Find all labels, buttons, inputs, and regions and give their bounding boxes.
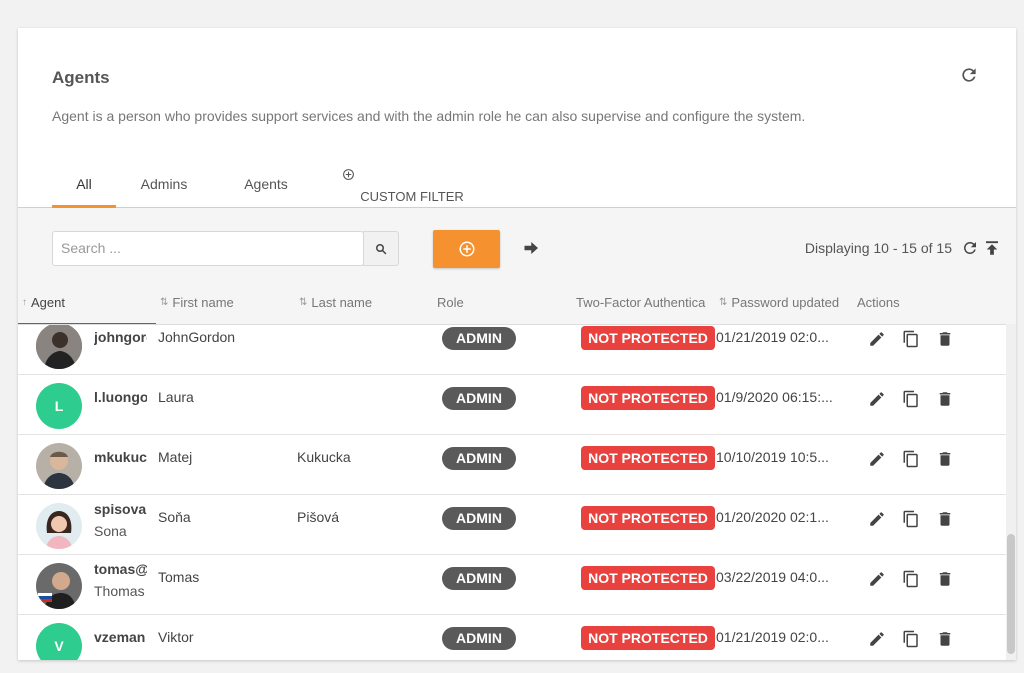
add-circle-icon: [342, 168, 355, 181]
agents-card: Agents Agent is a person who provides su…: [18, 28, 1016, 660]
table-row[interactable]: tomas@ Thomas Tomas ADMIN NOT PROTECTED …: [18, 555, 1006, 615]
copy-icon[interactable]: [902, 330, 920, 348]
paging-info: Displaying 10 - 15 of 15: [805, 240, 952, 256]
tab-agents[interactable]: Agents: [234, 168, 298, 208]
password-updated: 01/20/2020 02:1...: [716, 509, 844, 525]
trash-icon[interactable]: [936, 390, 954, 408]
pencil-icon[interactable]: [868, 390, 886, 408]
password-updated: 01/21/2019 02:0...: [716, 629, 844, 645]
column-two-factor[interactable]: Two-Factor Authentica: [576, 292, 716, 324]
sort-asc-icon: ↑: [22, 292, 27, 314]
avatar: [36, 443, 82, 489]
page-header: Agents Agent is a person who provides su…: [18, 28, 1016, 208]
two-factor-status-badge: NOT PROTECTED: [581, 626, 715, 650]
agent-display-name: Thomas: [94, 583, 147, 599]
search-icon: [375, 243, 387, 255]
agent-display-name: Sona: [94, 523, 147, 539]
trash-icon[interactable]: [936, 510, 954, 528]
password-updated: 01/9/2020 06:15:...: [716, 389, 844, 405]
column-role[interactable]: Role: [437, 292, 464, 324]
trash-icon[interactable]: [936, 450, 954, 468]
avatar: [36, 503, 82, 549]
copy-icon[interactable]: [902, 630, 920, 648]
table-row[interactable]: V vzeman Viktor ADMIN NOT PROTECTED 01/2…: [18, 615, 1006, 660]
page-description: Agent is a person who provides support s…: [52, 108, 805, 124]
copy-icon[interactable]: [902, 510, 920, 528]
add-circle-icon: [458, 240, 476, 258]
refresh-icon[interactable]: [961, 239, 979, 257]
two-factor-status-badge: NOT PROTECTED: [581, 386, 715, 410]
first-name: Matej: [158, 449, 192, 465]
column-first-name[interactable]: ⇅ First name: [160, 292, 234, 324]
pencil-icon[interactable]: [868, 450, 886, 468]
role-badge: ADMIN: [442, 447, 516, 470]
avatar: [36, 563, 82, 609]
agent-username: spisova: [94, 501, 147, 517]
table-row[interactable]: mkukucka Matej Kukucka ADMIN NOT PROTECT…: [18, 435, 1006, 495]
column-actions: Actions: [857, 292, 900, 324]
last-name: Kukucka: [297, 449, 351, 465]
avatar: V: [36, 623, 82, 660]
pencil-icon[interactable]: [868, 330, 886, 348]
tab-custom-filter[interactable]: CUSTOM FILTER: [342, 168, 482, 208]
agent-username: mkukucka: [94, 449, 147, 465]
password-updated: 01/21/2019 02:0...: [716, 329, 844, 345]
agent-username: tomas@: [94, 561, 147, 577]
tab-admins[interactable]: Admins: [132, 168, 196, 208]
sort-icon: ⇅: [299, 292, 307, 314]
pencil-icon[interactable]: [868, 630, 886, 648]
table-header: ↑ Agent ⇅ First name ⇅ Last name Role Tw…: [18, 292, 1016, 324]
role-badge: ADMIN: [442, 567, 516, 590]
role-badge: ADMIN: [442, 327, 516, 350]
password-updated: 03/22/2019 04:0...: [716, 569, 844, 585]
role-badge: ADMIN: [442, 387, 516, 410]
first-name: Viktor: [158, 629, 194, 645]
last-name: Pišová: [297, 509, 339, 525]
avatar: L: [36, 383, 82, 429]
trash-icon[interactable]: [936, 330, 954, 348]
first-name: JohnGordon: [158, 329, 235, 345]
table-row[interactable]: spisova Sona Soňa Pišová ADMIN NOT PROTE…: [18, 495, 1006, 555]
sort-icon: ⇅: [160, 292, 168, 314]
column-agent[interactable]: ↑ Agent: [18, 292, 156, 324]
two-factor-status-badge: NOT PROTECTED: [581, 566, 715, 590]
scroll-top-icon[interactable]: [983, 239, 1001, 257]
agent-username: l.luongo: [94, 389, 147, 405]
agent-username: vzeman: [94, 629, 147, 645]
copy-icon[interactable]: [902, 570, 920, 588]
refresh-icon[interactable]: [959, 65, 979, 85]
table-row[interactable]: L l.luongo Laura ADMIN NOT PROTECTED 01/…: [18, 375, 1006, 435]
column-last-name[interactable]: ⇅ Last name: [299, 292, 372, 324]
copy-icon[interactable]: [902, 390, 920, 408]
trash-icon[interactable]: [936, 630, 954, 648]
role-badge: ADMIN: [442, 507, 516, 530]
tab-all[interactable]: All: [52, 168, 116, 208]
password-updated: 10/10/2019 10:5...: [716, 449, 844, 465]
search-input[interactable]: Search ...: [52, 231, 364, 266]
sort-icon: ⇅: [719, 292, 727, 314]
trash-icon[interactable]: [936, 570, 954, 588]
column-password-updated[interactable]: ⇅ Password updated: [719, 292, 839, 324]
two-factor-status-badge: NOT PROTECTED: [581, 326, 715, 350]
agent-username: johngordon: [94, 329, 147, 345]
pencil-icon[interactable]: [868, 510, 886, 528]
pencil-icon[interactable]: [868, 570, 886, 588]
first-name: Tomas: [158, 569, 199, 585]
agents-table: johngordon JohnGordon ADMIN NOT PROTECTE…: [18, 324, 1006, 660]
scrollbar-thumb[interactable]: [1007, 534, 1015, 654]
avatar: [36, 324, 82, 369]
copy-icon[interactable]: [902, 450, 920, 468]
first-name: Soňa: [158, 509, 191, 525]
first-name: Laura: [158, 389, 194, 405]
page-title: Agents: [52, 68, 110, 88]
role-badge: ADMIN: [442, 627, 516, 650]
search-button[interactable]: [363, 231, 399, 266]
two-factor-status-badge: NOT PROTECTED: [581, 446, 715, 470]
two-factor-status-badge: NOT PROTECTED: [581, 506, 715, 530]
export-icon[interactable]: [523, 239, 541, 257]
table-row[interactable]: johngordon JohnGordon ADMIN NOT PROTECTE…: [18, 324, 1006, 375]
add-agent-button[interactable]: [433, 230, 500, 268]
table-scrollbar[interactable]: [1006, 324, 1016, 660]
